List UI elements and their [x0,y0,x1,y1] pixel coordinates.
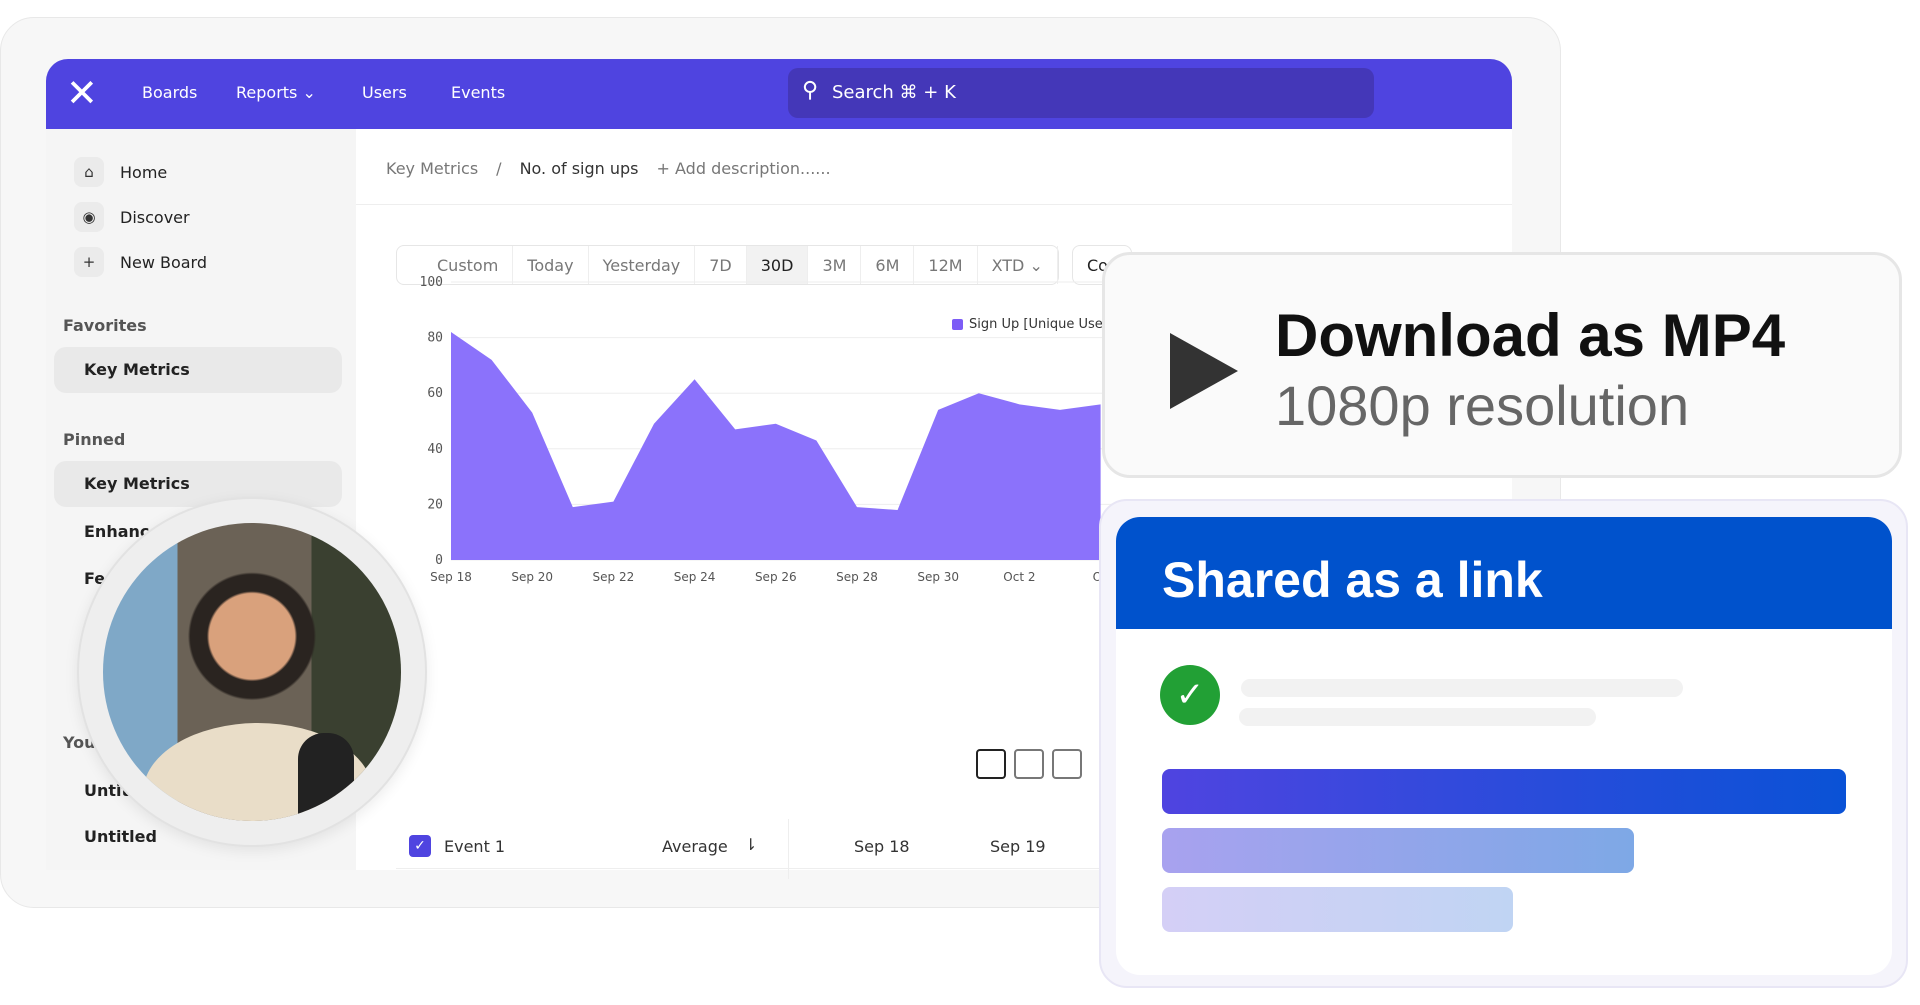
download-mp4-card[interactable]: Download as MP4 1080p resolution [1102,252,1902,478]
y-tick-label: 0 [435,553,443,568]
skeleton-bar [1162,887,1513,932]
y-tick-label: 80 [427,331,443,346]
view-chart-icon[interactable] [1014,749,1044,779]
download-title: Download as MP4 [1275,302,1786,369]
home-icon: ⌂ [74,157,104,187]
y-tick-label: 20 [427,497,443,512]
nav-reports[interactable]: Reports ⌄ [236,83,316,102]
x-logo-icon[interactable]: ✕ [66,71,98,115]
nav-users[interactable]: Users [362,83,407,102]
event-checkbox[interactable]: ✓ [409,835,431,857]
sidebar-item-discover[interactable]: ◉ Discover [74,202,190,232]
nav-events[interactable]: Events [451,83,505,102]
view-split-icon[interactable] [976,749,1006,779]
y-tick-label: 100 [420,275,443,290]
sort-icon[interactable]: ⇂ [744,835,757,854]
x-tick-label: Sep 18 [430,570,472,584]
skeleton-bar [1162,769,1846,814]
x-tick-label: Sep 26 [755,570,797,584]
compass-icon: ◉ [74,202,104,232]
view-toggle [976,749,1082,779]
pinned-heading: Pinned [63,430,126,449]
plus-icon: + [74,247,104,277]
x-tick-label: Sep 22 [593,570,635,584]
skeleton-bar [1162,828,1634,873]
check-icon: ✓ [1160,665,1220,725]
sidebar-item-label: Home [120,162,168,182]
view-table-icon[interactable] [1052,749,1082,779]
y-tick-label: 40 [427,442,443,457]
shared-link-card: Shared as a link ✓ [1099,499,1908,988]
sidebar-item-home[interactable]: ⌂ Home [74,157,167,187]
presenter-avatar [103,523,401,821]
top-nav: ✕ Boards Reports ⌄ Users Events ⚲ Search… [46,59,1512,129]
column-divider [788,819,789,879]
microphone-icon [298,733,354,821]
x-tick-label: Sep 30 [917,570,959,584]
column-header: Sep 19 [990,837,1046,856]
share-title: Shared as a link [1116,517,1892,629]
search-input[interactable]: ⚲ Search ⌘ + K [788,68,1374,118]
chevron-down-icon: ⌄ [302,83,316,102]
play-icon [1170,333,1238,409]
search-placeholder: Search ⌘ + K [832,82,956,103]
board-untitled-2[interactable]: Untitled [84,827,157,846]
pinned-key-metrics[interactable]: Key Metrics [54,461,342,507]
sidebar-item-label: New Board [120,252,208,272]
x-tick-label: Sep 24 [674,570,716,584]
nav-reports-label: Reports [236,83,298,102]
download-subtitle: 1080p resolution [1275,374,1690,437]
placeholder-line [1241,679,1683,697]
sidebar-item-new-board[interactable]: + New Board [74,247,207,277]
average-column-header[interactable]: Average [662,837,728,856]
event-selector[interactable]: Event 1 [444,837,505,856]
nav-boards[interactable]: Boards [142,83,197,102]
webcam-bubble [77,497,427,847]
search-icon: ⚲ [802,78,819,103]
x-tick-label: Sep 20 [511,570,553,584]
y-tick-label: 60 [427,386,443,401]
placeholder-line [1239,708,1596,726]
x-tick-label: Oct 2 [1003,570,1035,584]
favorite-key-metrics[interactable]: Key Metrics [54,347,342,393]
sidebar-item-label: Discover [120,207,190,227]
column-header: Sep 18 [854,837,910,856]
x-tick-label: Sep 28 [836,570,878,584]
favorites-heading: Favorites [63,316,147,335]
area-series [451,332,1101,560]
table-header: ✓ Event 1 Average ⇂ Sep 18 Sep 19 [396,819,1116,879]
